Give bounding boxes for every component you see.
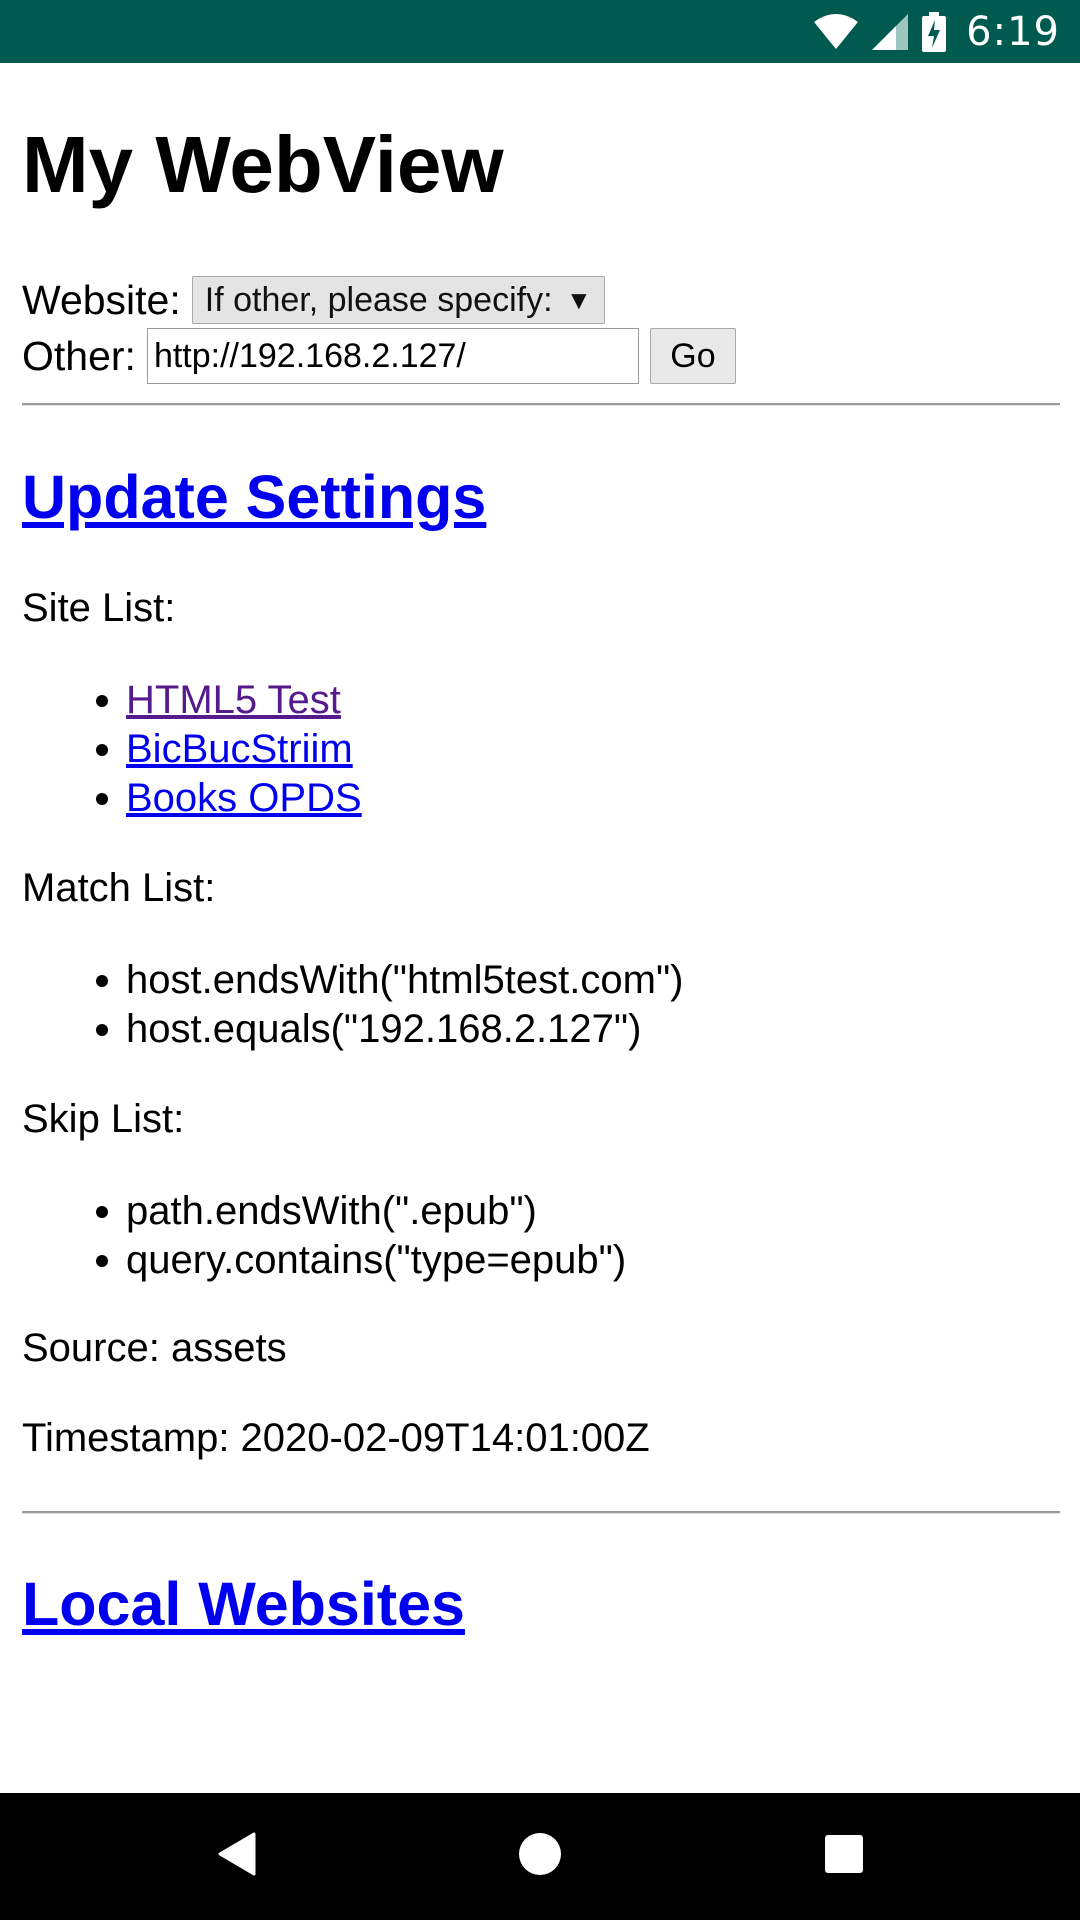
list-item: HTML5 Test (96, 676, 362, 725)
home-button[interactable] (470, 1793, 610, 1920)
cell-signal-icon (872, 13, 909, 50)
update-settings-link[interactable]: Update Settings (22, 467, 486, 528)
skip-list-label: Skip List: (22, 1097, 185, 1141)
list-item: BicBucStriim (96, 725, 362, 774)
local-websites-link[interactable]: Local Websites (22, 1574, 465, 1635)
other-url-input[interactable] (146, 328, 639, 384)
go-button[interactable]: Go (649, 328, 736, 384)
divider (22, 1511, 1060, 1514)
timestamp-text: Timestamp: 2020-02-09T14:01:00Z (22, 1416, 650, 1460)
battery-charging-icon (922, 11, 947, 52)
list-item: Books OPDS (96, 774, 362, 823)
status-bar: 6:19 (0, 0, 1080, 63)
skip-list: path.endsWith(".epub") query.contains("t… (22, 1187, 626, 1285)
recents-button[interactable] (774, 1793, 914, 1920)
website-label: Website: (22, 276, 181, 323)
page-title: My WebView (22, 120, 504, 209)
site-link-bicbucstriim[interactable]: BicBucStriim (126, 727, 353, 771)
list-item: host.equals("192.168.2.127") (95, 1005, 683, 1054)
website-select[interactable]: If other, please specify: ▼ (191, 276, 605, 324)
site-list-label: Site List: (22, 586, 176, 630)
website-row: Website: If other, please specify: ▼ (22, 274, 605, 326)
status-icons: 6:19 (814, 0, 1060, 63)
divider (22, 403, 1060, 406)
list-item: path.endsWith(".epub") (95, 1187, 626, 1236)
other-label: Other: (22, 332, 136, 379)
match-list-label: Match List: (22, 866, 216, 910)
back-button[interactable] (166, 1793, 306, 1920)
back-icon (216, 1832, 256, 1881)
site-link-html5-test[interactable]: HTML5 Test (126, 678, 341, 722)
status-time: 6:19 (966, 8, 1060, 55)
website-select-value: If other, please specify: (204, 280, 553, 319)
navigation-bar (0, 1793, 1080, 1920)
source-text: Source: assets (22, 1326, 287, 1370)
site-link-books-opds[interactable]: Books OPDS (126, 776, 362, 820)
recents-icon (824, 1834, 864, 1879)
match-list: host.endsWith("html5test.com") host.equa… (22, 956, 683, 1054)
site-list: HTML5 Test BicBucStriim Books OPDS (22, 676, 362, 823)
list-item: query.contains("type=epub") (95, 1236, 626, 1285)
wifi-icon (814, 13, 859, 50)
other-row: Other: Go (22, 326, 736, 386)
list-item: host.endsWith("html5test.com") (95, 956, 683, 1005)
dropdown-arrow-icon: ▼ (566, 284, 592, 315)
home-icon (518, 1832, 562, 1881)
